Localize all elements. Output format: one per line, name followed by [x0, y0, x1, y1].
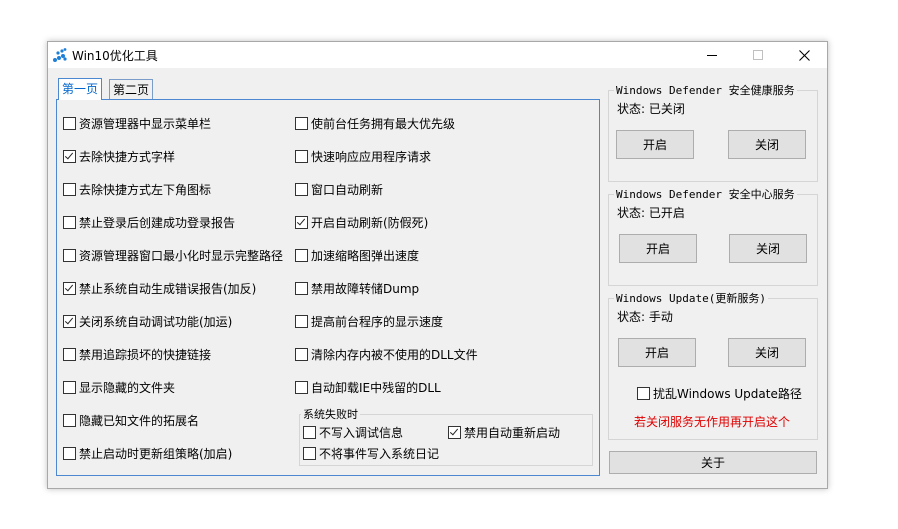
option-disable-auto-restart[interactable]: 禁用自动重新启动 [448, 424, 560, 441]
option-hide-extensions[interactable]: 隐藏已知文件的拓展名 [63, 412, 199, 429]
close-icon [798, 49, 810, 61]
windows-update-start-button[interactable]: 开启 [618, 338, 696, 367]
checkbox[interactable] [63, 282, 76, 295]
warning-text: 若关闭服务无作用再开启这个 [634, 415, 791, 429]
option-remove-shortcut-arrow[interactable]: 去除快捷方式左下角图标 [63, 181, 211, 198]
checkbox[interactable] [295, 348, 308, 361]
app-icon [53, 48, 67, 62]
defender-health-legend: Windows Defender 安全健康服务 [614, 82, 797, 98]
option-disable-gpupdate-on-boot[interactable]: 禁止启动时更新组策略(加启) [63, 445, 232, 462]
option-foreground-priority[interactable]: 使前台任务拥有最大优先级 [295, 115, 455, 132]
checkbox[interactable] [63, 150, 76, 163]
checkbox[interactable] [63, 315, 76, 328]
option-show-full-path[interactable]: 资源管理器窗口最小化时显示完整路径 [63, 247, 283, 264]
option-auto-refresh-anti-freeze[interactable]: 开启自动刷新(防假死) [295, 214, 428, 231]
option-window-auto-refresh[interactable]: 窗口自动刷新 [295, 181, 383, 198]
checkbox[interactable] [295, 249, 308, 262]
checkbox[interactable] [295, 216, 308, 229]
checkbox[interactable] [63, 216, 76, 229]
checkbox[interactable] [295, 381, 308, 394]
checkbox[interactable] [295, 150, 308, 163]
checkbox[interactable] [303, 426, 316, 439]
maximize-icon [753, 50, 763, 60]
option-disable-crash-dump[interactable]: 禁用故障转储Dump [295, 280, 419, 297]
option-scramble-update-path[interactable]: 扰乱Windows Update路径 [637, 385, 802, 402]
windows-update-status: 状态: 手动 [617, 310, 673, 324]
option-show-menu-bar[interactable]: 资源管理器中显示菜单栏 [63, 115, 211, 132]
minimize-icon [707, 55, 717, 56]
checkbox[interactable] [295, 183, 308, 196]
system-failure-legend: 系统失败时 [301, 406, 360, 422]
option-disable-auto-debug[interactable]: 关闭系统自动调试功能(加运) [63, 313, 232, 330]
option-disable-broken-link-tracking[interactable]: 禁用追踪损坏的快捷链接 [63, 346, 211, 363]
option-no-debug-info[interactable]: 不写入调试信息 [303, 424, 403, 441]
checkbox[interactable] [295, 315, 308, 328]
minimize-button[interactable] [689, 42, 735, 68]
checkbox[interactable] [63, 183, 76, 196]
tab-panel: 资源管理器中显示菜单栏 去除快捷方式字样 去除快捷方式左下角图标 禁止登录后创建… [56, 99, 600, 476]
defender-health-start-button[interactable]: 开启 [616, 130, 694, 159]
checkbox[interactable] [448, 426, 461, 439]
checkbox[interactable] [295, 282, 308, 295]
defender-center-legend: Windows Defender 安全中心服务 [614, 186, 797, 202]
defender-center-status: 状态: 已开启 [617, 206, 685, 220]
checkbox[interactable] [637, 387, 650, 400]
option-show-hidden-folders[interactable]: 显示隐藏的文件夹 [63, 379, 175, 396]
about-button[interactable]: 关于 [609, 451, 817, 474]
defender-health-stop-button[interactable]: 关闭 [728, 130, 806, 159]
checkbox[interactable] [295, 117, 308, 130]
option-fast-app-response[interactable]: 快速响应应用程序请求 [295, 148, 431, 165]
checkbox[interactable] [63, 447, 76, 460]
window-title: Win10优化工具 [72, 49, 158, 63]
option-unload-ie-dll[interactable]: 自动卸载IE中残留的DLL [295, 379, 441, 396]
option-no-event-log[interactable]: 不将事件写入系统日记 [303, 445, 439, 462]
checkbox[interactable] [63, 414, 76, 427]
defender-center-stop-button[interactable]: 关闭 [729, 234, 807, 263]
app-window: Win10优化工具 第一页 第二页 资源管理器中显示菜单栏 去除快捷方式字样 去… [47, 41, 828, 489]
checkbox[interactable] [63, 117, 76, 130]
defender-center-start-button[interactable]: 开启 [619, 234, 697, 263]
tab-page-2[interactable]: 第二页 [109, 79, 154, 99]
option-disable-login-report[interactable]: 禁止登录后创建成功登录报告 [63, 214, 235, 231]
windows-update-legend: Windows Update(更新服务) [614, 290, 768, 306]
checkbox[interactable] [63, 348, 76, 361]
close-button[interactable] [781, 42, 827, 68]
tab-page-1[interactable]: 第一页 [58, 78, 103, 100]
maximize-button[interactable] [735, 42, 781, 68]
checkbox[interactable] [63, 381, 76, 394]
checkbox[interactable] [63, 249, 76, 262]
windows-update-stop-button[interactable]: 关闭 [728, 338, 806, 367]
option-faster-thumbnails[interactable]: 加速缩略图弹出速度 [295, 247, 419, 264]
checkbox[interactable] [303, 447, 316, 460]
option-remove-shortcut-text[interactable]: 去除快捷方式字样 [63, 148, 175, 165]
option-disable-error-report[interactable]: 禁止系统自动生成错误报告(加反) [63, 280, 256, 297]
title-bar: Win10优化工具 [48, 42, 827, 68]
defender-health-status: 状态: 已关闭 [617, 102, 685, 116]
option-faster-foreground-display[interactable]: 提高前台程序的显示速度 [295, 313, 443, 330]
option-clear-unused-dll[interactable]: 清除内存内被不使用的DLL文件 [295, 346, 478, 363]
